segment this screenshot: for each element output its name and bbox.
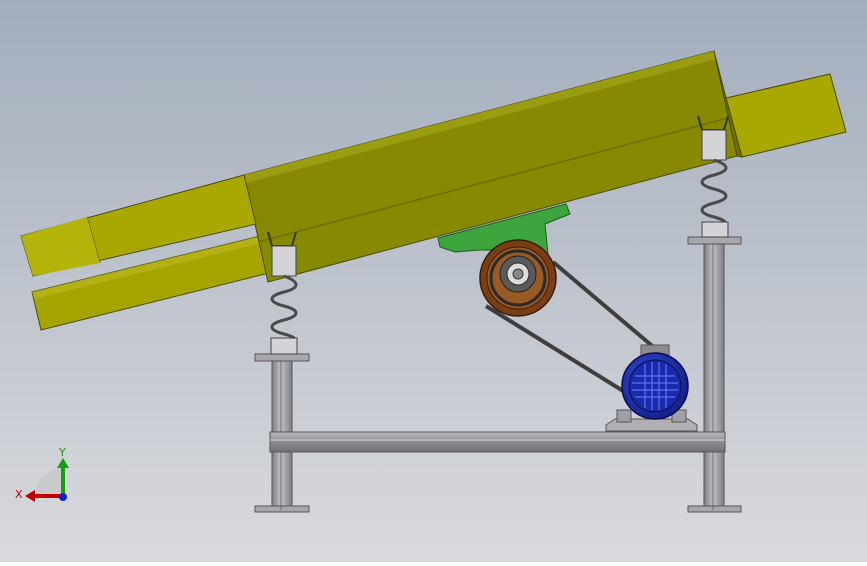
cross-beam: [269, 431, 726, 453]
vibrating-feeder-model: Y X: [0, 0, 867, 562]
z-axis-dot: [59, 493, 67, 501]
x-axis-label: X: [15, 488, 23, 501]
y-axis-label: Y: [58, 446, 66, 459]
cad-viewport[interactable]: Y X: [0, 0, 867, 562]
